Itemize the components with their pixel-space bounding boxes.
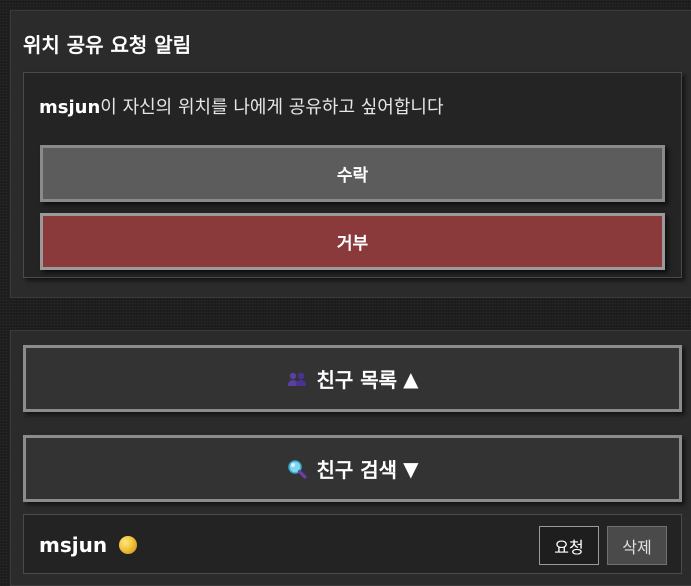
friend-search-label: 친구 검색 (316, 458, 398, 482)
location-request-card: msjun이 자신의 위치를 나에게 공유하고 싶어합니다 수락 거부 (23, 72, 682, 278)
delete-friend-button[interactable]: 삭제 (607, 526, 667, 565)
friend-search-toggle-button[interactable]: 친구 검색 ▼ (23, 435, 682, 502)
friends-panel: 친구 목록 ▲ 친구 검색 ▼ msjun 요청 삭제 (10, 330, 691, 586)
notification-title: 위치 공유 요청 알림 (23, 33, 192, 57)
request-location-button[interactable]: 요청 (539, 526, 599, 565)
friend-name: msjun (39, 533, 108, 557)
request-username: msjun (39, 97, 101, 118)
friend-list-item: msjun 요청 삭제 (23, 514, 682, 574)
friend-list-label: 친구 목록 (316, 368, 398, 392)
request-message-text: 이 자신의 위치를 나에게 공유하고 싶어합니다 (100, 97, 444, 118)
yellow-status-dot-icon (119, 536, 137, 554)
collapse-arrow-icon: ▲ (403, 366, 419, 391)
reject-button[interactable]: 거부 (40, 213, 665, 270)
location-share-notification-panel: 위치 공유 요청 알림 msjun이 자신의 위치를 나에게 공유하고 싶어합니… (10, 10, 691, 298)
magnifier-icon (287, 459, 307, 479)
expand-arrow-icon: ▼ (403, 456, 419, 481)
friend-list-toggle-button[interactable]: 친구 목록 ▲ (23, 345, 682, 412)
request-message: msjun이 자신의 위치를 나에게 공유하고 싶어합니다 (39, 93, 444, 119)
accept-button[interactable]: 수락 (40, 145, 665, 202)
people-icon (287, 371, 307, 387)
